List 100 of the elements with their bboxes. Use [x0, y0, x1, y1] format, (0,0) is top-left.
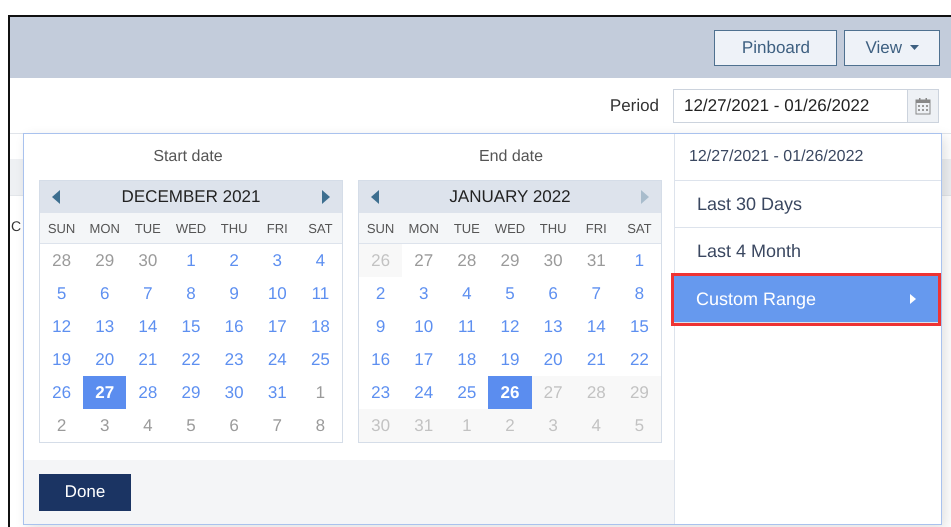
caret-icon	[910, 45, 919, 50]
day-cell[interactable]: 8	[618, 277, 661, 310]
day-cell[interactable]: 2	[212, 244, 256, 277]
day-cell[interactable]: 30	[532, 244, 575, 277]
day-cell[interactable]: 31	[256, 376, 299, 409]
view-dropdown-button[interactable]: View	[844, 30, 940, 66]
weekday-label: FRI	[266, 220, 289, 236]
day-cell[interactable]: 17	[256, 310, 299, 343]
day-cell[interactable]: 19	[40, 343, 84, 376]
day-cell[interactable]: 21	[126, 343, 170, 376]
day-cell[interactable]: 7	[126, 277, 170, 310]
day-cell[interactable]: 13	[532, 310, 575, 343]
day-cell[interactable]: 25	[445, 376, 488, 409]
day-cell[interactable]: 31	[574, 244, 618, 277]
day-cell[interactable]: 5	[169, 409, 213, 442]
day-cell[interactable]: 22	[169, 343, 213, 376]
day-cell[interactable]: 2	[359, 277, 402, 310]
previous-month-icon[interactable]	[371, 190, 379, 204]
day-cell[interactable]: 29	[83, 244, 126, 277]
day-cell[interactable]: 15	[169, 310, 213, 343]
weekday-label: THU	[538, 220, 568, 236]
day-cell[interactable]: 24	[402, 376, 446, 409]
day-cell[interactable]: 30	[126, 244, 170, 277]
day-cell[interactable]: 10	[402, 310, 446, 343]
day-cell[interactable]: 26	[40, 376, 84, 409]
day-cell[interactable]: 17	[402, 343, 446, 376]
day-cell[interactable]: 6	[83, 277, 126, 310]
day-cell[interactable]: 3	[256, 244, 299, 277]
day-cell[interactable]: 16	[359, 343, 402, 376]
pinboard-button[interactable]: Pinboard	[714, 30, 838, 66]
day-cell[interactable]: 25	[298, 343, 342, 376]
day-cell[interactable]: 12	[40, 310, 84, 343]
weekday-label: TUE	[452, 220, 481, 236]
day-cell[interactable]: 16	[212, 310, 256, 343]
day-cell[interactable]: 3	[402, 277, 446, 310]
period-field[interactable]: 12/27/2021 - 01/26/2022	[673, 88, 907, 122]
next-month-icon[interactable]	[322, 190, 330, 204]
calendar-button[interactable]	[907, 88, 939, 122]
day-cell[interactable]: 30	[212, 376, 256, 409]
day-cell[interactable]: 20	[532, 343, 575, 376]
day-cell[interactable]: 22	[618, 343, 661, 376]
period-label: Period	[610, 96, 659, 116]
day-cell[interactable]: 29	[169, 376, 213, 409]
day-cell[interactable]: 28	[445, 244, 488, 277]
calendar-icon	[915, 96, 931, 114]
weekday-label: SUN	[366, 220, 396, 236]
day-cell[interactable]: 6	[532, 277, 575, 310]
day-cell[interactable]: 11	[298, 277, 342, 310]
day-cell[interactable]: 1	[618, 244, 661, 277]
day-cell[interactable]: 3	[83, 409, 126, 442]
day-cell[interactable]: 1	[169, 244, 213, 277]
day-cell[interactable]: 15	[618, 310, 661, 343]
day-cell[interactable]: 5	[488, 277, 532, 310]
weekday-label: MON	[408, 220, 440, 236]
day-cell[interactable]: 4	[445, 277, 488, 310]
day-cell[interactable]: 21	[574, 343, 618, 376]
done-button[interactable]: Done	[39, 474, 131, 510]
weekday-label: WED	[494, 220, 526, 236]
start-date-label: Start date	[152, 148, 224, 166]
day-cell[interactable]: 20	[83, 343, 126, 376]
range-option[interactable]: Custom Range	[674, 276, 938, 323]
range-option[interactable]: Last 30 Days	[675, 181, 941, 228]
day-cell[interactable]: 27	[83, 376, 126, 409]
day-cell[interactable]: 13	[83, 310, 126, 343]
weekday-label: THU	[220, 220, 248, 236]
day-cell[interactable]: 2	[40, 409, 84, 442]
day-cell[interactable]: 4	[298, 244, 342, 277]
day-cell[interactable]: 24	[256, 343, 299, 376]
previous-month-icon[interactable]	[52, 190, 60, 204]
day-cell[interactable]: 1	[298, 376, 342, 409]
day-cell[interactable]: 4	[126, 409, 170, 442]
day-cell[interactable]: 28	[126, 376, 170, 409]
cut-text: C	[11, 218, 22, 234]
day-cell[interactable]: 19	[488, 343, 532, 376]
weekday-label: SUN	[46, 220, 76, 236]
day-cell[interactable]: 23	[212, 343, 256, 376]
day-cell[interactable]: 7	[256, 409, 299, 442]
day-cell[interactable]: 27	[402, 244, 446, 277]
weekday-label: SAT	[626, 220, 653, 236]
day-cell[interactable]: 7	[574, 277, 618, 310]
day-cell[interactable]: 18	[298, 310, 342, 343]
day-cell[interactable]: 5	[40, 277, 84, 310]
current-range-item[interactable]: 12/27/2021 - 01/26/2022	[675, 134, 941, 181]
day-cell[interactable]: 23	[359, 376, 402, 409]
day-cell[interactable]: 26	[488, 376, 532, 409]
day-cell[interactable]: 9	[359, 310, 402, 343]
day-cell[interactable]: 11	[445, 310, 488, 343]
day-cell[interactable]: 12	[488, 310, 532, 343]
weekday-label: FRI	[584, 220, 608, 236]
day-cell[interactable]: 14	[126, 310, 170, 343]
day-cell[interactable]: 28	[40, 244, 84, 277]
day-cell[interactable]: 29	[488, 244, 532, 277]
day-cell[interactable]: 8	[169, 277, 213, 310]
day-cell[interactable]: 14	[574, 310, 618, 343]
day-cell[interactable]: 6	[212, 409, 256, 442]
day-cell[interactable]: 9	[212, 277, 256, 310]
day-cell[interactable]: 10	[256, 277, 299, 310]
weekday-label: TUE	[134, 220, 162, 236]
day-cell[interactable]: 8	[298, 409, 342, 442]
day-cell[interactable]: 18	[445, 343, 488, 376]
